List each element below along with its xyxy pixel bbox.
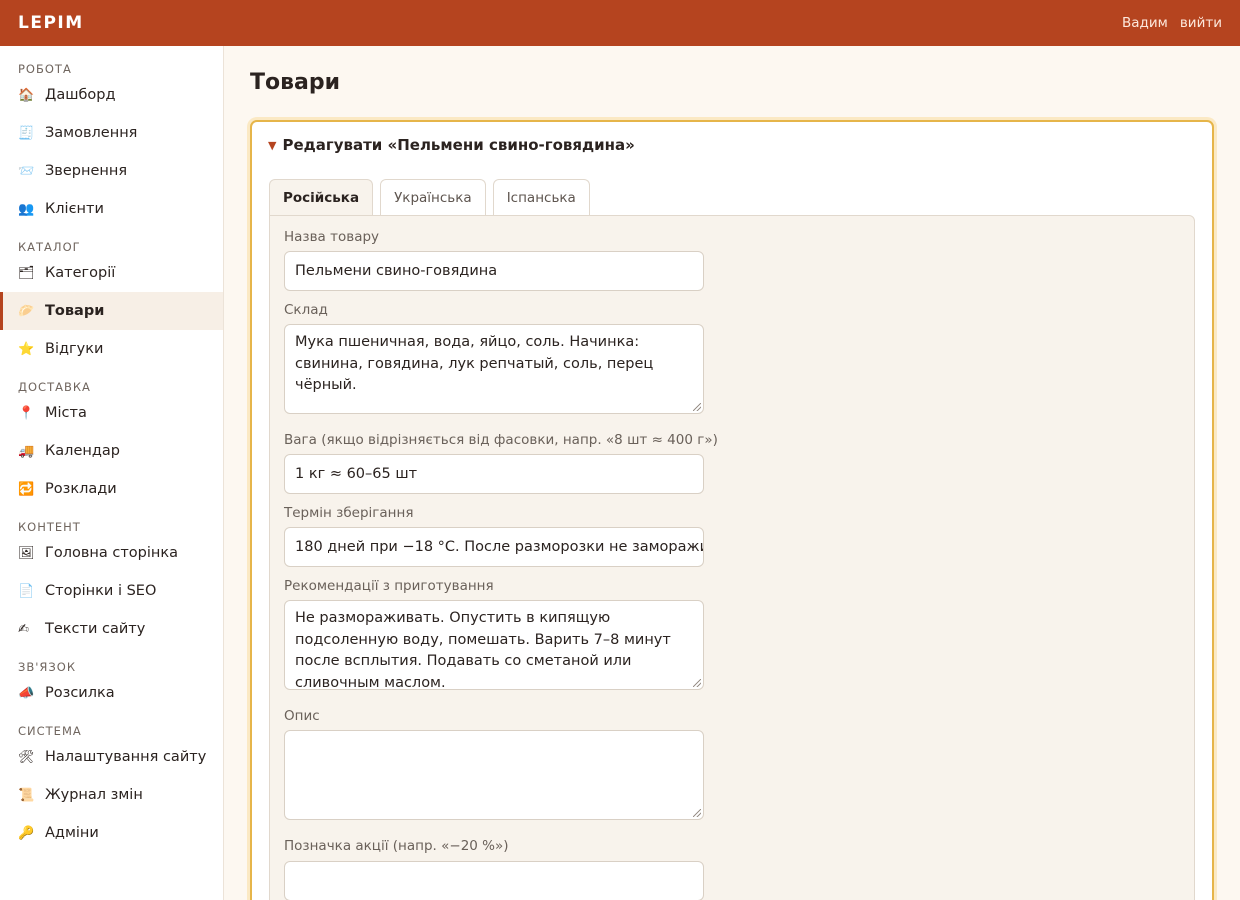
panel-header[interactable]: ▼ Редагувати «Пельмени свино-говядина» [268, 136, 635, 154]
sidebar-item[interactable]: 🛠 Налаштування сайту [0, 738, 223, 776]
resize-grip-icon[interactable] [693, 679, 701, 687]
sidebar-section-title: ЗВ'ЯЗОК [18, 660, 77, 674]
sidebar-item-label: Тексти сайту [45, 621, 146, 637]
picture-icon: 🖼 [18, 545, 35, 561]
sidebar-item[interactable]: ⭐ Відгуки [0, 330, 223, 368]
tools-icon: 🛠 [18, 749, 35, 765]
weight-input[interactable]: 1 кг ≈ 60–65 шт [284, 454, 704, 494]
promo-input[interactable] [284, 861, 704, 900]
sidebar-item-label: Товари [45, 303, 105, 319]
name-label: Назва товару [284, 229, 380, 245]
sidebar-item-label: Календар [45, 443, 120, 459]
sidebar-item[interactable]: 📍 Міста [0, 394, 223, 432]
resize-grip-icon[interactable] [693, 403, 701, 411]
sidebar-item[interactable]: 📣 Розсилка [0, 674, 223, 712]
sidebar: РОБОТА 🏠 Дашборд 🧾 Замовлення 📨 Звернення 👥 Кліє… [0, 46, 224, 900]
envelope-icon: 📨 [18, 163, 35, 179]
cooking-label: Рекомендації з приготування [284, 578, 494, 594]
sidebar-item[interactable]: 🥟 Товари [0, 292, 223, 330]
sidebar-item-label: Адміни [45, 825, 99, 841]
sidebar-item[interactable]: 🚚 Календар [0, 432, 223, 470]
pin-icon: 📍 [18, 405, 35, 421]
sidebar-item-label: Відгуки [45, 341, 104, 357]
home-icon: 🏠 [18, 87, 35, 103]
language-tabs: Російська Українська Іспанська [269, 179, 590, 216]
page-title: Товари [250, 70, 341, 95]
panel-title: Редагувати «Пельмени свино-говядина» [282, 136, 635, 154]
sidebar-item-label: Звернення [45, 163, 128, 179]
logout-link[interactable]: вийти [1180, 15, 1222, 31]
sidebar-item[interactable]: 📨 Звернення [0, 152, 223, 190]
megaphone-icon: 📣 [18, 685, 35, 701]
sidebar-item-label: Журнал змін [45, 787, 143, 803]
cooking-textarea[interactable]: Не размораживать. Опустить в кипящую под… [284, 600, 704, 690]
sidebar-item-label: Розклади [45, 481, 117, 497]
top-bar: LEPIM Вадим вийти [0, 0, 1240, 46]
resize-grip-icon[interactable] [693, 809, 701, 817]
sidebar-item[interactable]: 🏠 Дашборд [0, 76, 223, 114]
weight-label: Вага (якщо відрізняється від фасовки, на… [284, 432, 718, 448]
composition-textarea[interactable]: Мука пшеничная, вода, яйцо, соль. Начинк… [284, 324, 704, 414]
sidebar-section-title: ДОСТАВКА [18, 380, 91, 394]
dumpling-icon: 🥟 [18, 303, 35, 319]
sidebar-item-label: Розсилка [45, 685, 115, 701]
sidebar-item[interactable]: 👥 Клієнти [0, 190, 223, 228]
truck-icon: 🚚 [18, 443, 35, 459]
main-content: Товари ▼ Редагувати «Пельмени свино-говя… [224, 46, 1240, 900]
scroll-icon: 📜 [18, 787, 35, 803]
description-label: Опис [284, 708, 320, 724]
sidebar-item[interactable]: 🖼 Головна сторінка [0, 534, 223, 572]
edit-product-panel: ▼ Редагувати «Пельмени свино-говядина» Р… [250, 120, 1214, 900]
sidebar-item-label: Дашборд [45, 87, 116, 103]
sidebar-item[interactable]: 🧾 Замовлення [0, 114, 223, 152]
sidebar-item[interactable]: 🔑 Адміни [0, 814, 223, 852]
users-icon: 👥 [18, 201, 35, 217]
sidebar-section-title: КАТАЛОГ [18, 240, 81, 254]
shelf-life-input[interactable]: 180 дней при −18 °C. После разморозки не… [284, 527, 704, 567]
sidebar-item-label: Міста [45, 405, 87, 421]
brand-logo[interactable]: LEPIM [18, 13, 84, 33]
sidebar-section-title: СИСТЕМА [18, 724, 82, 738]
key-icon: 🔑 [18, 825, 35, 841]
cooking-text: Не размораживать. Опустить в кипящую под… [295, 610, 671, 690]
composition-label: Склад [284, 302, 328, 318]
user-name[interactable]: Вадим [1122, 15, 1168, 31]
writing-icon: ✍ [18, 621, 29, 637]
sidebar-item-label: Категорії [45, 265, 116, 281]
promo-label: Позначка акції (напр. «−20 %») [284, 838, 509, 854]
sidebar-item-label: Сторінки і SEO [45, 583, 157, 599]
tab-ukrainian[interactable]: Українська [380, 179, 486, 216]
tab-content: Назва товару Пельмени свино-говядина Скл… [269, 215, 1195, 900]
sidebar-item-label: Замовлення [45, 125, 138, 141]
repeat-icon: 🔁 [18, 481, 35, 497]
user-menu: Вадим вийти [1122, 15, 1222, 31]
sidebar-item-label: Клієнти [45, 201, 104, 217]
tab-russian[interactable]: Російська [269, 179, 374, 216]
sidebar-item[interactable]: 🔁 Розклади [0, 470, 223, 508]
description-textarea[interactable] [284, 730, 704, 820]
sidebar-item[interactable]: ✍ Тексти сайту [0, 610, 223, 648]
page-icon: 📄 [18, 583, 35, 599]
sidebar-item-label: Головна сторінка [45, 545, 179, 561]
tab-spanish[interactable]: Іспанська [492, 179, 590, 216]
star-icon: ⭐ [18, 341, 35, 357]
composition-text: Мука пшеничная, вода, яйцо, соль. Начинк… [295, 334, 654, 393]
collapse-triangle-icon[interactable]: ▼ [268, 139, 276, 152]
shelf-life-label: Термін зберігання [284, 505, 414, 521]
receipt-icon: 🧾 [18, 125, 35, 141]
sidebar-item[interactable]: 🗂 Категорії [0, 254, 223, 292]
sidebar-item[interactable]: 📜 Журнал змін [0, 776, 223, 814]
folders-icon: 🗂 [18, 265, 35, 281]
sidebar-section-title: КОНТЕНТ [18, 520, 81, 534]
name-input[interactable]: Пельмени свино-говядина [284, 251, 704, 291]
sidebar-item[interactable]: 📄 Сторінки і SEO [0, 572, 223, 610]
sidebar-section-title: РОБОТА [18, 62, 72, 76]
sidebar-item-label: Налаштування сайту [45, 749, 207, 765]
